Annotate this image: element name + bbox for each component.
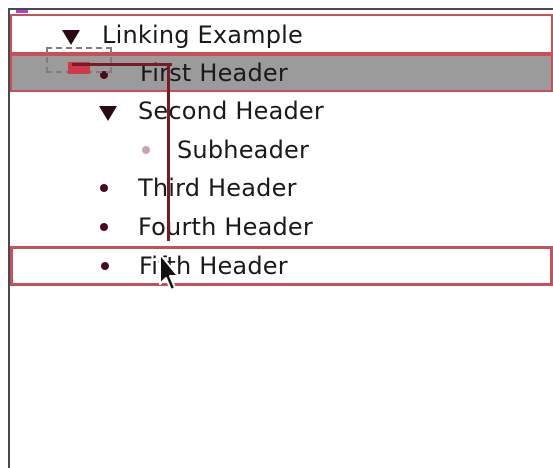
outline-row-subheader[interactable]: Subheader [10, 131, 553, 167]
outline-row-label: Third Header [138, 174, 297, 202]
bullet-icon [100, 223, 108, 231]
outline-row-second-header[interactable]: Second Header [10, 92, 553, 128]
outline-row-label: Subheader [177, 136, 310, 164]
bullet-icon [100, 184, 108, 192]
outline-view[interactable]: Linking Example First Header Second Head… [10, 10, 553, 460]
link-connector-line [72, 63, 172, 66]
outline-row-label: Second Header [138, 97, 324, 125]
link-connector-line [167, 63, 170, 241]
drag-arrow-cursor-icon [159, 253, 179, 291]
disclosure-triangle-expanded-icon[interactable] [62, 30, 80, 45]
bullet-icon [101, 262, 109, 270]
outline-row-fifth-header[interactable]: Fifth Header [10, 246, 553, 286]
disclosure-triangle-expanded-icon[interactable] [99, 106, 117, 121]
outline-row-fourth-header[interactable]: Fourth Header [10, 208, 553, 244]
bullet-icon [142, 146, 150, 154]
outline-row-third-header[interactable]: Third Header [10, 169, 553, 205]
outline-row-label: Linking Example [102, 21, 304, 49]
outline-row-label: Fourth Header [138, 213, 313, 241]
